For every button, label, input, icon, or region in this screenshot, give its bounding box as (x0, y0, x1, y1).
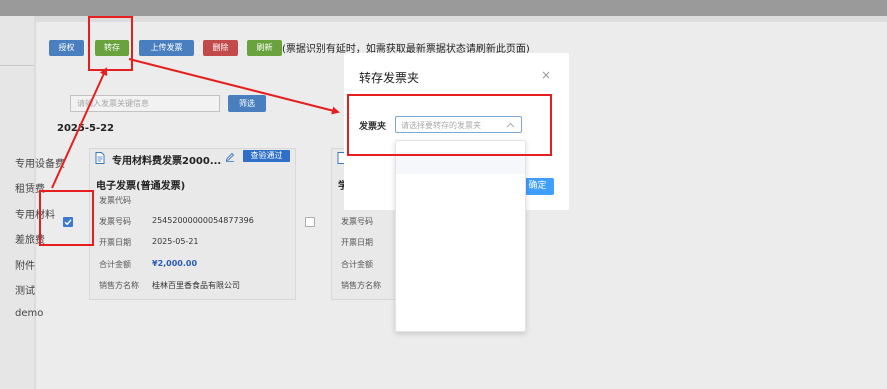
issue-date-label: 开票日期 (341, 238, 373, 247)
annotation-box-checkbox (39, 190, 94, 246)
invoice-search-input[interactable] (70, 95, 220, 112)
edit-icon[interactable] (225, 152, 235, 162)
invoice-code-label: 发票代码 (99, 196, 131, 205)
dropdown-option[interactable]: 专用设备费 (15, 155, 65, 170)
total-amount-value: ¥2,000.00 (152, 259, 198, 268)
invoice-card-title[interactable]: 专用材料费发票2000... (112, 152, 221, 167)
dropdown-option[interactable]: 测试 (15, 282, 35, 297)
annotation-box-folder-select (347, 94, 552, 156)
close-icon[interactable]: × (541, 68, 551, 82)
date-group-label: 2025-5-22 (57, 123, 115, 134)
annotation-box-transfer (88, 16, 133, 71)
invoice-number-value: 25452000000054877396 (152, 216, 254, 225)
upload-invoice-button[interactable]: 上传发票 (139, 40, 194, 56)
top-bar (0, 0, 887, 16)
refresh-button[interactable]: 刷新 (247, 40, 282, 56)
seller-name-value: 桂林百里香食品有限公司 (152, 281, 240, 290)
total-amount-label: 合计金额 (341, 260, 373, 269)
dialog-title: 转存发票夹 (359, 71, 420, 85)
invoice-number-label: 发票号码 (99, 217, 131, 226)
sidebar-divider (0, 65, 34, 66)
invoice-file-icon (95, 152, 105, 164)
filter-button[interactable]: 筛选 (228, 95, 266, 112)
verified-status-badge: 查验通过 (243, 150, 290, 162)
invoice-number-label: 发票号码 (341, 217, 373, 226)
delete-button[interactable]: 删除 (203, 40, 238, 56)
seller-name-label: 销售方名称 (341, 281, 381, 290)
invoice-type: 电子发票(普通发票) (96, 181, 186, 192)
invoice-select-checkbox[interactable] (305, 217, 315, 227)
dropdown-option[interactable]: 附件 (15, 257, 35, 272)
dropdown-option[interactable]: demo (15, 308, 43, 319)
sidebar (0, 16, 34, 389)
issue-date-label: 开票日期 (99, 238, 131, 247)
total-amount-label: 合计金额 (99, 260, 131, 269)
authorize-button[interactable]: 授权 (49, 40, 84, 56)
issue-date-value: 2025-05-21 (152, 237, 199, 246)
seller-name-label: 销售方名称 (99, 281, 139, 290)
